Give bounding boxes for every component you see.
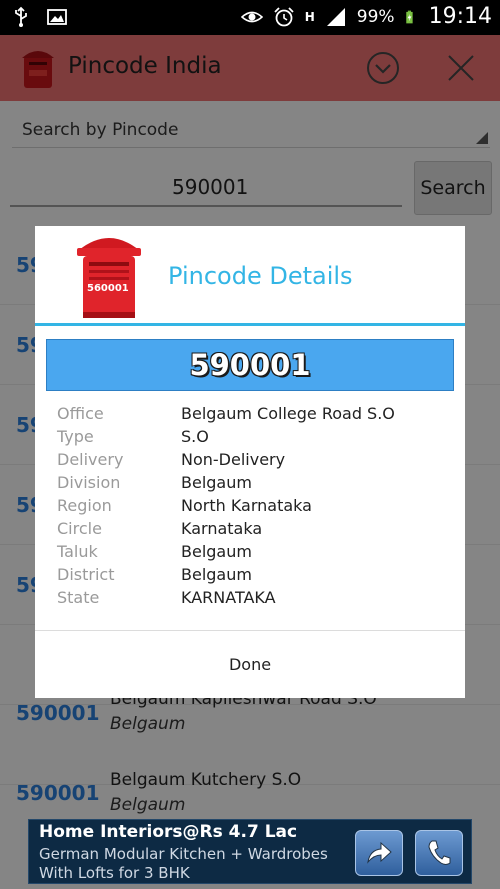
status-bar: H 99% 19:14 (0, 0, 500, 35)
detail-row-circle: Circle Karnataka (57, 519, 447, 542)
detail-value: Belgaum (181, 565, 252, 584)
phone-icon (428, 840, 451, 865)
detail-value: KARNATAKA (181, 588, 276, 607)
pincode-banner-value: 590001 (189, 348, 311, 382)
detail-row-delivery: Delivery Non-Delivery (57, 450, 447, 473)
detail-label: Office (57, 404, 104, 423)
postbox-icon-label: 560001 (87, 283, 129, 294)
dialog-header: 560001 Pincode Details (35, 226, 465, 326)
detail-value: Non-Delivery (181, 450, 286, 469)
details-table: Office Belgaum College Road S.O Type S.O… (57, 404, 447, 611)
detail-row-region: Region North Karnataka (57, 496, 447, 519)
pincode-banner: 590001 (46, 339, 454, 391)
eye-icon (240, 11, 263, 22)
detail-row-district: District Belgaum (57, 565, 447, 588)
detail-label: Taluk (57, 542, 98, 561)
clock: 19:14 (428, 4, 492, 29)
scrim-top (0, 35, 500, 101)
detail-row-state: State KARNATAKA (57, 588, 447, 611)
postbox-icon (77, 238, 141, 318)
ad-open-button[interactable] (355, 830, 403, 876)
detail-label: State (57, 588, 100, 607)
battery-percent: 99% (356, 6, 395, 27)
detail-value: North Karnataka (181, 496, 312, 515)
done-button[interactable]: Done (35, 631, 465, 698)
network-type-label: H (304, 9, 315, 24)
detail-value: Belgaum (181, 473, 252, 492)
pincode-details-dialog: 560001 Pincode Details 590001 Office Bel… (35, 226, 465, 698)
detail-label: Region (57, 496, 112, 515)
detail-label: Type (57, 427, 94, 446)
ad-subtitle: German Modular Kitchen + Wardrobes With … (39, 845, 328, 882)
detail-label: District (57, 565, 115, 584)
detail-row-division: Division Belgaum (57, 473, 447, 496)
detail-row-type: Type S.O (57, 427, 447, 450)
detail-value: S.O (181, 427, 209, 446)
arrow-forward-icon (367, 841, 392, 864)
detail-label: Delivery (57, 450, 124, 469)
alarm-icon (274, 6, 294, 26)
battery-charging-icon (405, 10, 413, 23)
detail-row-office: Office Belgaum College Road S.O (57, 404, 447, 427)
detail-row-taluk: Taluk Belgaum (57, 542, 447, 565)
signal-icon (326, 7, 345, 26)
image-icon (47, 9, 67, 25)
usb-icon (15, 6, 27, 27)
ad-banner[interactable]: Home Interiors@Rs 4.7 Lac German Modular… (28, 819, 472, 884)
dialog-title: Pincode Details (168, 262, 353, 290)
detail-value: Belgaum (181, 542, 252, 561)
detail-value: Belgaum College Road S.O (181, 404, 395, 423)
ad-call-button[interactable] (415, 830, 463, 876)
detail-label: Circle (57, 519, 102, 538)
detail-value: Karnataka (181, 519, 263, 538)
ad-title: Home Interiors@Rs 4.7 Lac (39, 822, 298, 842)
detail-label: Division (57, 473, 121, 492)
